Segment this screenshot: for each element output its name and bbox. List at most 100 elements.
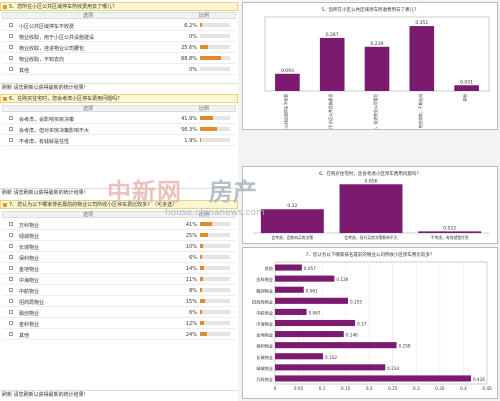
progress-bar (200, 116, 230, 120)
checkbox[interactable] (9, 138, 13, 142)
progress-bar (200, 67, 230, 71)
checkbox[interactable] (9, 233, 13, 237)
category-label: 物业收取，用于小区公共设施建设 (328, 94, 333, 129)
checkbox[interactable] (9, 56, 13, 60)
progress-fill (200, 266, 205, 270)
bar (275, 342, 397, 349)
checkbox[interactable] (9, 255, 13, 259)
progress-bar (200, 23, 230, 27)
progress-fill (200, 277, 204, 281)
option-label: 其他 (19, 333, 30, 339)
checkbox[interactable] (9, 222, 13, 226)
progress-bar (200, 233, 230, 237)
progress-fill (200, 321, 204, 325)
chart-q5: 5、您所在小区公共区域停车所收费用去了哪儿？ 0.093 小区公共区域停车不收费 0.… (242, 2, 498, 151)
x-tick-label: 0.25 (388, 386, 398, 391)
col-ratio: 比例 (199, 106, 210, 112)
chart-title: 6、在购买住宅时，您会考虑小区停车费用问题吗？ (319, 170, 421, 177)
checkbox[interactable] (9, 321, 13, 325)
category-label: 物业收取，不知去向 (418, 94, 423, 128)
x-tick-label: 0.1 (319, 386, 326, 391)
watermark-brand-2: 房产 (209, 177, 257, 206)
checkbox[interactable] (9, 299, 13, 303)
bar-value-label: 0.351 (415, 20, 428, 26)
bar (260, 209, 324, 233)
progress-fill (200, 332, 208, 336)
progress-bar (200, 45, 230, 49)
bar (275, 286, 304, 293)
option-percent: 11% (185, 277, 197, 283)
option-row: 融创物业 6% (2, 307, 236, 318)
checkbox[interactable] (9, 288, 13, 292)
q6-title: 6、在购买住宅时，您会考虑小区停车费用问题吗？ (9, 96, 123, 102)
option-label: 物业收取，不知去向 (19, 57, 65, 63)
option-label: 会考虑，会影响买房决策 (19, 117, 75, 123)
option-row: 金科物业 12% (2, 318, 236, 329)
checkbox[interactable] (9, 244, 13, 248)
col-ratio: 比例 (199, 13, 210, 19)
progress-bar (200, 222, 230, 226)
checkbox[interactable] (9, 127, 13, 131)
x-tick-label: 0.3 (413, 386, 420, 391)
category-label: 融创物业 (256, 287, 273, 294)
refresh-text[interactable]: 刷新 请您刷新以获得最新的统计结果！ (2, 392, 89, 398)
checkbox[interactable] (9, 34, 13, 38)
checkbox[interactable] (9, 332, 13, 336)
option-percent: 10% (185, 244, 197, 250)
progress-bar (200, 34, 230, 38)
option-row: 会考虑，会影响买房决策 41.9% (2, 113, 236, 124)
bar-value-label: 0.146 (346, 333, 358, 338)
bar-value-label: 0.258 (399, 344, 411, 349)
option-label: 中海物业 (19, 278, 40, 284)
option-row: 中海物业 11% (2, 274, 236, 285)
option-row: 绿城物业 25% (2, 230, 236, 241)
bar-value-label: 0.416 (473, 377, 485, 382)
checkbox[interactable] (9, 45, 13, 49)
option-percent: 25% (185, 233, 197, 239)
bar (364, 46, 390, 91)
chart-q5-svg: 5、您所在小区公共区域停车所收费用去了哪儿？ 0.093 小区公共区域停车不收费 0.… (264, 6, 490, 151)
checkbox[interactable] (9, 67, 13, 71)
option-percent: 24% (185, 332, 197, 338)
chart-title: 5、您所在小区公共区域停车所收费用去了哪儿？ (321, 6, 418, 13)
bar (275, 308, 307, 315)
progress-fill (200, 310, 202, 314)
category-label: 会考虑，会影响买房决策 (271, 235, 313, 240)
option-percent: 56.3% (181, 127, 197, 133)
bar (275, 331, 344, 338)
option-label: 物业收取，挂进物业公司腰包 (19, 46, 85, 52)
bar (339, 184, 403, 233)
category-label: 招商局物业 (252, 298, 273, 305)
checkbox[interactable] (9, 23, 13, 27)
q5-column-header: 选项 比例 (2, 12, 236, 19)
bar (275, 73, 300, 91)
option-label: 中航物业 (19, 289, 40, 295)
category-label: 不考虑，有钱就是任性 (431, 235, 469, 240)
col-option: 选项 (83, 13, 94, 19)
progress-bar (200, 288, 230, 292)
bar (275, 353, 324, 360)
q7-refresh[interactable]: 刷新 请您刷新以获得最新的统计结果！ (0, 390, 238, 399)
option-percent: 0% (189, 34, 197, 40)
category-label: 绿城物业 (256, 365, 273, 372)
refresh-text[interactable]: 刷新 请您刷新以获得最新的统计结果！ (2, 190, 89, 196)
q6-header: 6、在购买住宅时，您会考虑小区停车费用问题吗？ (0, 94, 238, 103)
col-option: 选项 (83, 106, 94, 112)
refresh-text[interactable]: 刷新 请您刷新以获得最新的统计结果！ (2, 85, 89, 91)
chart-title: 7、您认为以下哪家排名靠前的物业公司所收小区停车费比较多？ (306, 251, 435, 258)
bar-value-label: 0.234 (387, 366, 399, 371)
checkbox[interactable] (9, 266, 13, 270)
category-label: 中海物业 (256, 321, 273, 328)
q5-refresh[interactable]: 刷新 请您刷新以获得最新的统计结果！ (0, 83, 238, 92)
x-tick-label: 0.05 (294, 386, 304, 391)
option-row: 万科物业 41% (2, 219, 236, 230)
bar (454, 85, 479, 91)
bar (418, 231, 482, 233)
chart-q7-svg: 7、您认为以下哪家排名靠前的物业公司所收小区停车费比较多？ 0 0.05 0.1 0.1… (252, 251, 492, 391)
option-label: 物业收取，用于小区公共设施建设 (19, 35, 95, 41)
checkbox[interactable] (9, 277, 13, 281)
progress-bar (200, 299, 230, 303)
checkbox[interactable] (9, 310, 13, 314)
checkbox[interactable] (9, 116, 13, 120)
progress-fill (200, 244, 203, 248)
